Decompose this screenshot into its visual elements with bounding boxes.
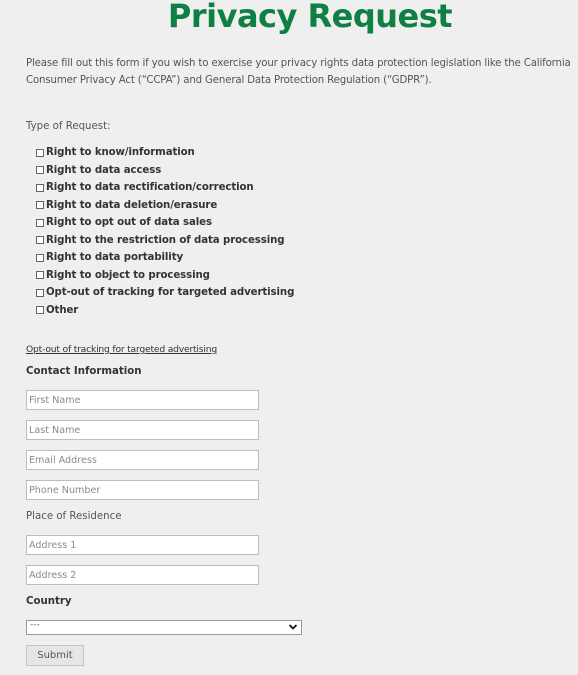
request-option-know[interactable]: Right to know/information [36, 144, 294, 162]
option-label: Right to data deletion/erasure [46, 199, 218, 211]
option-label: Right to opt out of data sales [46, 217, 212, 229]
address1-input[interactable] [26, 535, 259, 555]
option-label: Right to object to processing [46, 269, 210, 281]
phone-input[interactable] [26, 480, 259, 500]
checkbox[interactable] [36, 271, 44, 280]
request-option-deletion[interactable]: Right to data deletion/erasure [36, 197, 294, 215]
address2-input[interactable] [26, 565, 259, 585]
submit-button[interactable]: Submit [26, 645, 84, 666]
request-option-opt-out-tracking[interactable]: Opt-out of tracking for targeted adverti… [36, 284, 294, 302]
contact-information-heading: Contact Information [26, 366, 142, 377]
option-label: Right to data portability [46, 252, 184, 264]
country-select[interactable]: --- [26, 620, 302, 635]
option-label: Right to know/information [46, 147, 195, 159]
option-label: Right to data rectification/correction [46, 182, 254, 194]
request-option-access[interactable]: Right to data access [36, 162, 294, 180]
request-option-portability[interactable]: Right to data portability [36, 249, 294, 267]
request-option-restriction[interactable]: Right to the restriction of data process… [36, 232, 294, 250]
checkbox[interactable] [36, 166, 44, 175]
first-name-input[interactable] [26, 390, 259, 410]
request-option-opt-out-sales[interactable]: Right to opt out of data sales [36, 214, 294, 232]
checkbox[interactable] [36, 183, 44, 192]
intro-text: Please fill out this form if you wish to… [26, 58, 571, 86]
country-heading: Country [26, 596, 72, 607]
checkbox[interactable] [36, 218, 44, 227]
email-input[interactable] [26, 450, 259, 470]
option-label: Opt-out of tracking for targeted adverti… [46, 287, 295, 299]
request-option-rectification[interactable]: Right to data rectification/correction [36, 179, 294, 197]
request-option-object[interactable]: Right to object to processing [36, 267, 294, 285]
checkbox[interactable] [36, 253, 44, 262]
checkbox[interactable] [36, 288, 44, 297]
checkbox[interactable] [36, 148, 44, 157]
country-selected-value: --- [30, 620, 40, 630]
opt-out-tracking-link[interactable]: Opt-out of tracking for targeted adverti… [26, 344, 217, 355]
request-option-other[interactable]: Other [36, 302, 294, 320]
option-label: Right to the restriction of data process… [46, 234, 285, 246]
request-type-label: Type of Request: [26, 121, 111, 132]
option-label: Right to data access [46, 164, 162, 176]
checkbox[interactable] [36, 236, 44, 245]
chevron-down-icon [288, 624, 298, 630]
place-of-residence-label: Place of Residence [26, 511, 122, 522]
checkbox[interactable] [36, 306, 44, 315]
page-title: Privacy Request [167, 0, 453, 35]
checkbox[interactable] [36, 201, 44, 210]
last-name-input[interactable] [26, 420, 259, 440]
option-label: Other [46, 304, 79, 316]
request-type-list: Right to know/information Right to data … [36, 144, 294, 319]
